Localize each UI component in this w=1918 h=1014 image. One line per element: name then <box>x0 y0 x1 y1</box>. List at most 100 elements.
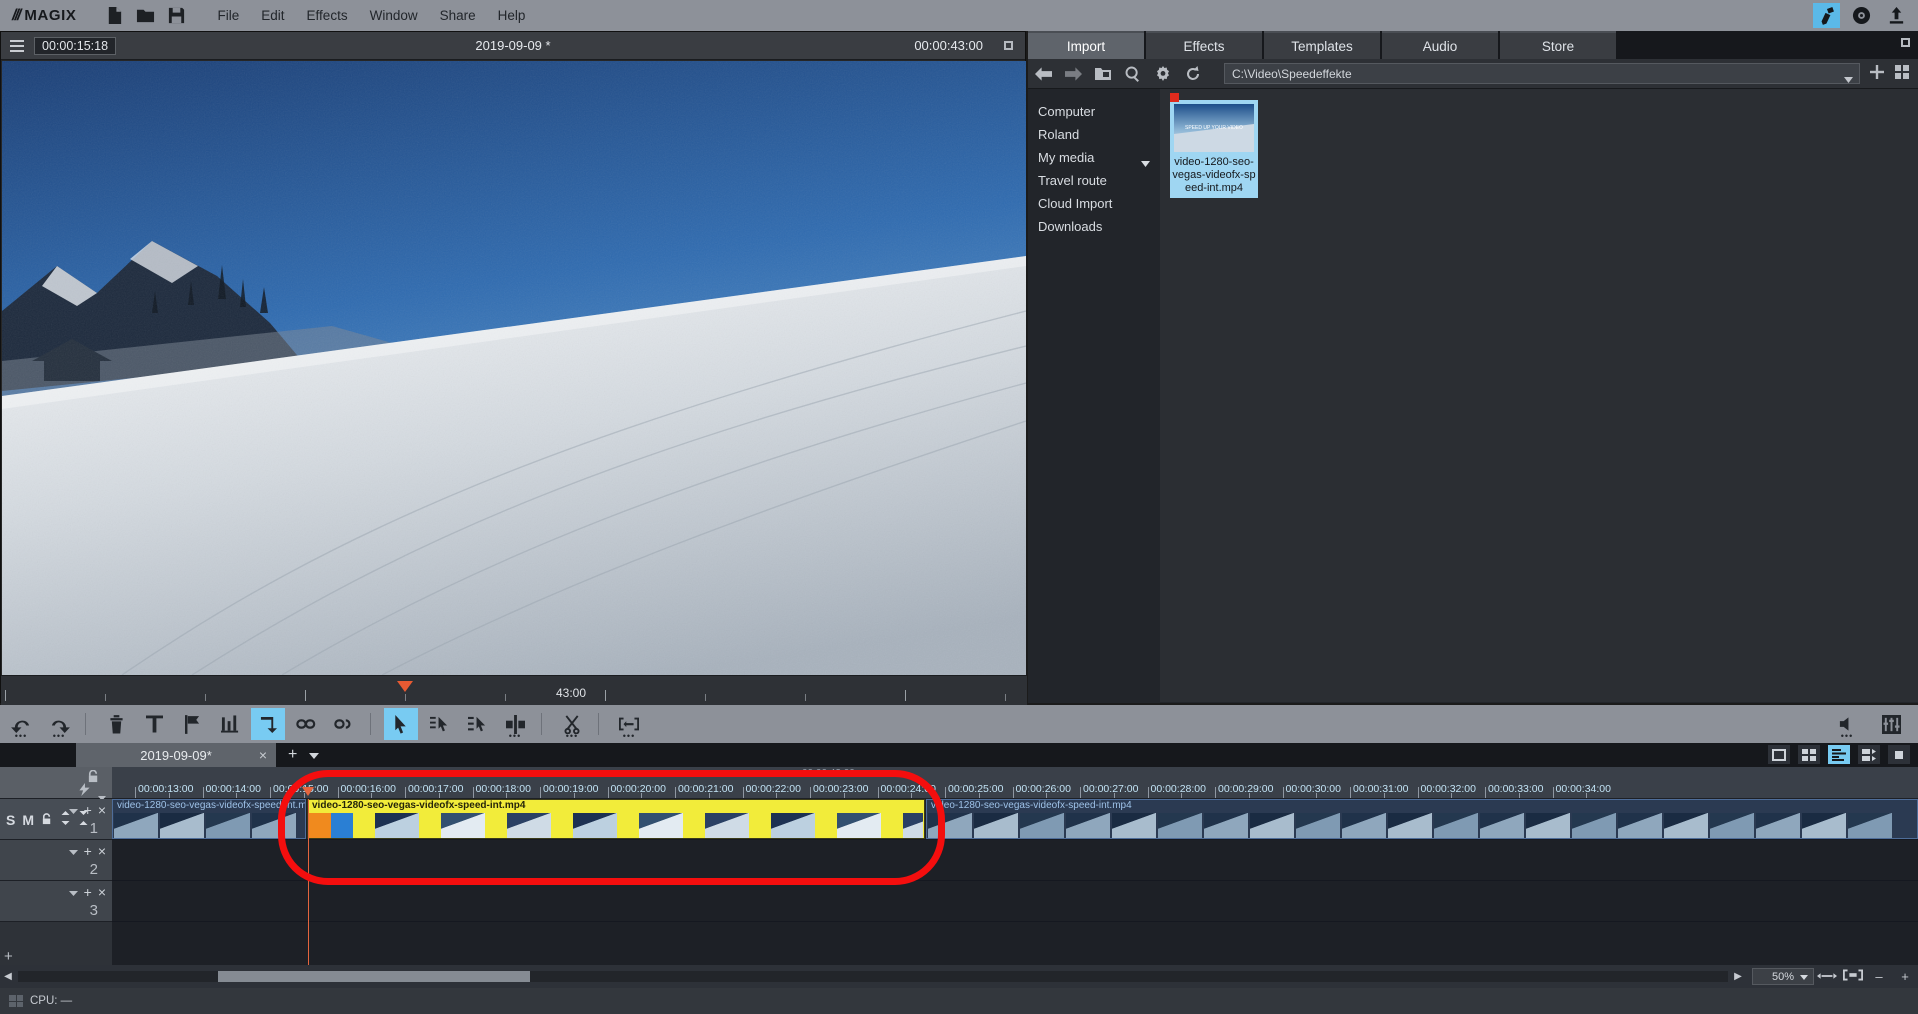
track-3-add-icon[interactable]: + <box>84 885 92 899</box>
undo-button[interactable]: ••• <box>4 708 38 741</box>
search-icon[interactable] <box>1118 66 1148 82</box>
edit-mode-button[interactable] <box>1813 3 1840 28</box>
save-project-icon[interactable] <box>167 6 186 25</box>
zoom-level-select[interactable]: 50% <box>1752 968 1814 985</box>
all-tracks-mode-button[interactable] <box>460 708 494 740</box>
maximize-timeline-button[interactable] <box>1888 745 1910 764</box>
track-header-3[interactable]: + × 3 <box>0 881 112 922</box>
menu-help[interactable]: Help <box>498 8 526 23</box>
timeline-track-3[interactable] <box>112 881 1918 922</box>
zoom-out-button[interactable]: – <box>1866 969 1892 984</box>
timeline-project-tab[interactable]: 2019-09-09* × <box>76 743 276 767</box>
fit-project-icon[interactable] <box>1840 969 1866 984</box>
track-2-add-icon[interactable]: + <box>84 844 92 858</box>
scrollbar-thumb[interactable] <box>218 971 530 982</box>
gear-icon[interactable] <box>1148 65 1178 82</box>
open-project-icon[interactable] <box>136 6 155 25</box>
preview-playhead-marker[interactable] <box>397 681 413 692</box>
audio-mixer-button[interactable] <box>1874 708 1908 740</box>
loop-button[interactable] <box>251 708 285 740</box>
video-display[interactable] <box>2 61 1026 675</box>
pool-maximize-icon[interactable] <box>1901 38 1910 47</box>
track-1-fade-icon[interactable] <box>78 811 89 828</box>
timeline-ruler[interactable]: 00:00:43:00 00:00:13:00 00:00:14:00 00:00:… <box>112 767 1918 799</box>
tab-import[interactable]: Import <box>1028 31 1144 59</box>
add-media-icon[interactable] <box>1869 64 1885 85</box>
menu-edit[interactable]: Edit <box>261 8 284 23</box>
scene-overview-button[interactable] <box>1798 745 1820 764</box>
timeline-clip-selected[interactable]: video-1280-seo-vegas-videofx-speed-int.m… <box>307 799 925 839</box>
preview-maximize-icon[interactable] <box>1004 41 1013 50</box>
track-2-close-icon[interactable]: × <box>98 844 106 858</box>
track-3-caret-icon[interactable] <box>68 883 78 901</box>
menu-window[interactable]: Window <box>370 8 418 23</box>
track-1-solo-button[interactable]: S <box>6 812 15 828</box>
tree-item-my-media[interactable]: My media <box>1028 146 1160 169</box>
add-track-button[interactable]: + <box>4 948 13 965</box>
redo-button[interactable]: ••• <box>42 708 76 741</box>
timeline-track-1[interactable]: video-1280-seo-vegas-videofx-speed-int.m… <box>112 799 1918 840</box>
scroll-left-button[interactable]: ◀ <box>0 971 16 982</box>
zoom-select-caret-icon[interactable] <box>1800 971 1808 983</box>
chevron-down-icon[interactable] <box>1141 155 1150 170</box>
menu-effects[interactable]: Effects <box>307 8 348 23</box>
track-1-lock-icon[interactable] <box>41 812 53 828</box>
mouse-mode-arrow-button[interactable] <box>384 708 418 740</box>
multicam-view-button[interactable] <box>1858 745 1880 764</box>
export-mode-button[interactable] <box>1883 3 1910 28</box>
track-2-caret-icon[interactable] <box>68 842 78 860</box>
forward-arrow-icon[interactable] <box>1058 66 1088 81</box>
unlink-objects-button[interactable] <box>327 708 361 740</box>
curve-mode-button[interactable]: ••• <box>498 708 532 741</box>
track-header-1[interactable]: + × S M 1 <box>0 799 112 840</box>
media-file-card[interactable]: SPEED UP YOUR VIDEO video-1280-seo-vegas… <box>1170 93 1258 198</box>
close-tab-icon[interactable]: × <box>259 747 267 763</box>
track-1-mute-button[interactable]: M <box>22 812 34 828</box>
delete-object-button[interactable] <box>99 708 133 740</box>
path-dropdown-caret-icon[interactable] <box>1844 72 1853 86</box>
tree-item-cloud-import[interactable]: Cloud Import <box>1028 192 1160 215</box>
cut-scissors-button[interactable]: ••• <box>555 708 589 741</box>
tree-item-travel-route[interactable]: Travel route <box>1028 169 1160 192</box>
tab-store[interactable]: Store <box>1500 31 1616 59</box>
tab-audio[interactable]: Audio <box>1382 31 1498 59</box>
horizontal-scrollbar[interactable] <box>18 971 1728 982</box>
storyboard-view-button[interactable] <box>1768 745 1790 764</box>
tab-list-caret-icon[interactable] <box>309 746 320 764</box>
track-1-close-icon[interactable]: × <box>98 803 106 817</box>
menu-file[interactable]: File <box>218 8 240 23</box>
zoom-in-button[interactable]: + <box>1892 969 1918 984</box>
timeline-track-2[interactable] <box>112 840 1918 881</box>
add-tab-button[interactable]: + <box>288 746 297 764</box>
burn-mode-button[interactable] <box>1848 3 1875 28</box>
timeline-view-button[interactable] <box>1828 745 1850 764</box>
link-objects-button[interactable] <box>289 708 323 740</box>
fit-range-icon[interactable] <box>1814 969 1840 984</box>
menu-share[interactable]: Share <box>440 8 476 23</box>
media-path-field[interactable]: C:\Video\Speedeffekte <box>1224 63 1860 84</box>
track-3-close-icon[interactable]: × <box>98 885 106 899</box>
tree-item-downloads[interactable]: Downloads <box>1028 215 1160 238</box>
tab-templates[interactable]: Templates <box>1264 31 1380 59</box>
up-folder-icon[interactable] <box>1088 66 1118 81</box>
new-project-icon[interactable] <box>105 6 124 25</box>
timeline-clip-right[interactable]: video-1280-seo-vegas-videofx-speed-int.m… <box>926 799 1918 839</box>
refresh-icon[interactable] <box>1178 65 1208 82</box>
trim-range-button[interactable]: ••• <box>612 708 646 741</box>
speaker-volume-button[interactable]: ••• <box>1830 708 1864 741</box>
back-arrow-icon[interactable] <box>1028 66 1058 81</box>
timeline-playhead-handle[interactable] <box>302 787 314 796</box>
tab-effects[interactable]: Effects <box>1146 31 1262 59</box>
tree-item-roland[interactable]: Roland <box>1028 123 1160 146</box>
timeline-clip-left[interactable]: video-1280-seo-vegas-videofx-speed-int.m… <box>112 799 306 839</box>
track-header-2[interactable]: + × 2 <box>0 840 112 881</box>
single-object-mode-button[interactable] <box>422 708 456 740</box>
timeline-playhead[interactable] <box>308 799 309 967</box>
title-text-button[interactable] <box>137 708 171 740</box>
grid-view-icon[interactable] <box>1894 64 1910 85</box>
scroll-right-button[interactable]: ▶ <box>1730 971 1746 982</box>
track-1-height-icon[interactable] <box>60 811 71 828</box>
audio-mix-button[interactable] <box>213 708 247 740</box>
preview-scrubber[interactable]: 43:00 <box>1 675 1027 706</box>
marker-flag-button[interactable] <box>175 708 209 740</box>
